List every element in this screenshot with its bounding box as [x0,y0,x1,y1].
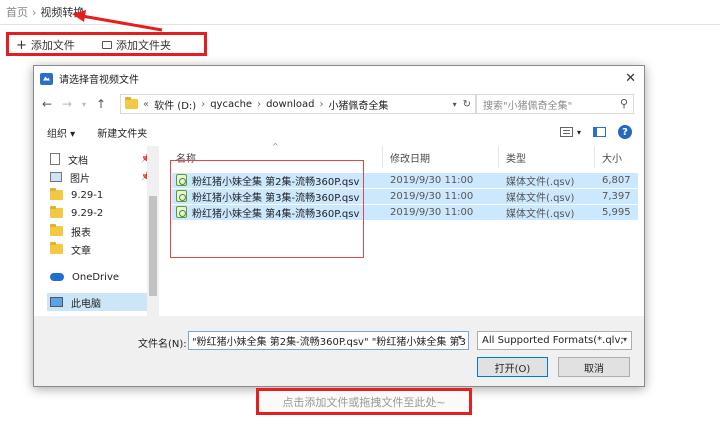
folder-icon [50,224,63,236]
add-folder-button[interactable]: 添加文件夹 [102,37,171,53]
picture-icon [50,172,62,182]
nav-item-label: 文档 [68,155,88,167]
nav-item-reports[interactable]: 报表 [50,222,158,240]
column-divider[interactable] [498,146,499,168]
help-icon[interactable]: ? [618,125,632,139]
file-modified: 2019/9/30 11:00 [390,191,474,202]
add-file-button[interactable]: + 添加文件 [16,37,75,53]
nav-item-label: 文章 [71,245,91,257]
back-arrow-icon[interactable]: ← [40,97,54,111]
organize-menu[interactable]: 组织 ▾ [47,125,75,140]
column-divider[interactable] [382,146,383,168]
header-divider [0,24,720,25]
file-size: 7,397 [602,191,631,202]
files-highlight-box [170,160,364,258]
drop-zone-hint: 点击添加文件或拖拽文件至此处~ [282,395,446,409]
chevron-down-icon: ▾ [622,335,627,344]
up-arrow-icon[interactable]: ↑ [94,97,108,111]
recent-dropdown-icon[interactable]: ▾ [80,100,88,109]
breadcrumb: 首页 › 视频转换 [6,4,84,20]
file-modified: 2019/9/30 11:00 [390,175,474,186]
view-options-icon[interactable] [559,127,573,137]
nav-item-9-29-2[interactable]: 9.29-2 [50,204,158,222]
dialog-title: 请选择音视频文件 [59,75,139,86]
search-icon[interactable]: ⚲ [620,97,628,110]
breadcrumb-separator: › [32,5,37,19]
column-header-type[interactable]: 类型 [506,146,526,168]
dialog-titlebar: 请选择音视频文件 [34,66,644,91]
address-part-qycache[interactable]: qycache [210,99,252,110]
computer-icon [50,297,63,307]
nav-item-label: 此电脑 [71,298,101,310]
add-file-label: 添加文件 [30,39,75,52]
nav-item-documents[interactable]: 文档 📌 [50,150,158,168]
nav-item-label: 图片 [70,173,90,185]
cancel-button[interactable]: 取消 [558,357,630,377]
search-placeholder: 搜索"小猪佩奇全集" [483,100,573,112]
folder-icon [50,188,63,200]
filename-label: 文件名(N): [138,339,187,350]
column-header-modified[interactable]: 修改日期 [390,146,430,168]
forward-arrow-icon[interactable]: → [60,97,74,111]
open-button[interactable]: 打开(O) [477,357,548,377]
dialog-footer: 文件名(N): "粉红猪小妹全集 第2集-流畅360P.qsv" "粉红猪小妹全… [34,316,644,386]
nav-item-onedrive[interactable]: OneDrive [50,268,158,286]
chevron-down-icon[interactable]: ▾ [453,100,457,109]
new-folder-button[interactable]: 新建文件夹 [97,125,147,140]
nav-item-label: 9.29-1 [71,189,104,201]
nav-item-label: 报表 [71,227,91,239]
drop-zone[interactable]: 点击添加文件或拖拽文件至此处~ [256,388,472,415]
file-size: 6,807 [602,175,631,186]
file-modified: 2019/9/30 11:00 [390,207,474,218]
sort-caret-icon: ^ [272,142,279,151]
file-type-select[interactable]: All Supported Formats(*.qlv; ▾ [477,331,632,350]
navigation-pane: 文档 📌 图片 📌 9.29-1 9.29-2 报表 文章 OneDrive [34,146,161,316]
chevron-down-icon[interactable]: ▾ [577,128,581,137]
nav-item-label: OneDrive [72,271,120,283]
nav-item-9-29-1[interactable]: 9.29-1 [50,186,158,204]
address-part-drive[interactable]: 软件 (D:) [154,97,196,112]
document-icon [50,153,60,165]
address-part-download[interactable]: download [266,99,314,110]
close-icon[interactable]: ✕ [625,71,636,86]
command-bar: 组织 ▾ 新建文件夹 ▾ ? [34,120,644,144]
plus-icon: + [16,37,27,53]
address-overflow[interactable]: « [143,99,149,110]
breadcrumb-current: 视频转换 [40,6,85,19]
address-separator: › [201,98,206,110]
folder-outline-icon [102,41,112,49]
chevron-down-icon[interactable]: ▾ [458,333,462,342]
refresh-icon[interactable]: ↻ [463,99,471,110]
nav-item-this-pc[interactable]: 此电脑 [47,293,157,311]
folder-icon [50,242,63,254]
address-separator: › [319,98,324,110]
navigation-scrollbar[interactable] [147,146,159,316]
file-type-value: All Supported Formats(*.qlv; [482,335,624,346]
onedrive-icon [50,273,64,281]
column-header-size[interactable]: 大小 [602,146,622,168]
image-file-icon [40,72,53,85]
filename-input[interactable]: "粉红猪小妹全集 第2集-流畅360P.qsv" "粉红猪小妹全集 第3 [188,331,469,350]
search-input[interactable]: 搜索"小猪佩奇全集" ⚲ [476,94,634,114]
breadcrumb-home[interactable]: 首页 [6,4,28,20]
address-separator: › [257,98,262,110]
file-size: 5,995 [602,207,631,218]
add-folder-label: 添加文件夹 [116,39,171,52]
folder-icon [125,97,138,109]
file-type: 媒体文件(.qsv) [506,209,575,220]
file-type: 媒体文件(.qsv) [506,177,575,188]
nav-item-pictures[interactable]: 图片 📌 [50,168,158,186]
preview-pane-icon[interactable] [593,127,606,137]
nav-item-articles[interactable]: 文章 [50,240,158,258]
folder-icon [50,206,63,218]
column-divider[interactable] [594,146,595,168]
file-type: 媒体文件(.qsv) [506,193,575,204]
nav-item-label: 9.29-2 [71,207,104,219]
address-part-folder[interactable]: 小猪佩奇全集 [328,97,388,112]
address-bar[interactable]: « 软件 (D:) › qycache › download › 小猪佩奇全集 … [120,94,476,114]
scrollbar-thumb[interactable] [149,196,157,296]
